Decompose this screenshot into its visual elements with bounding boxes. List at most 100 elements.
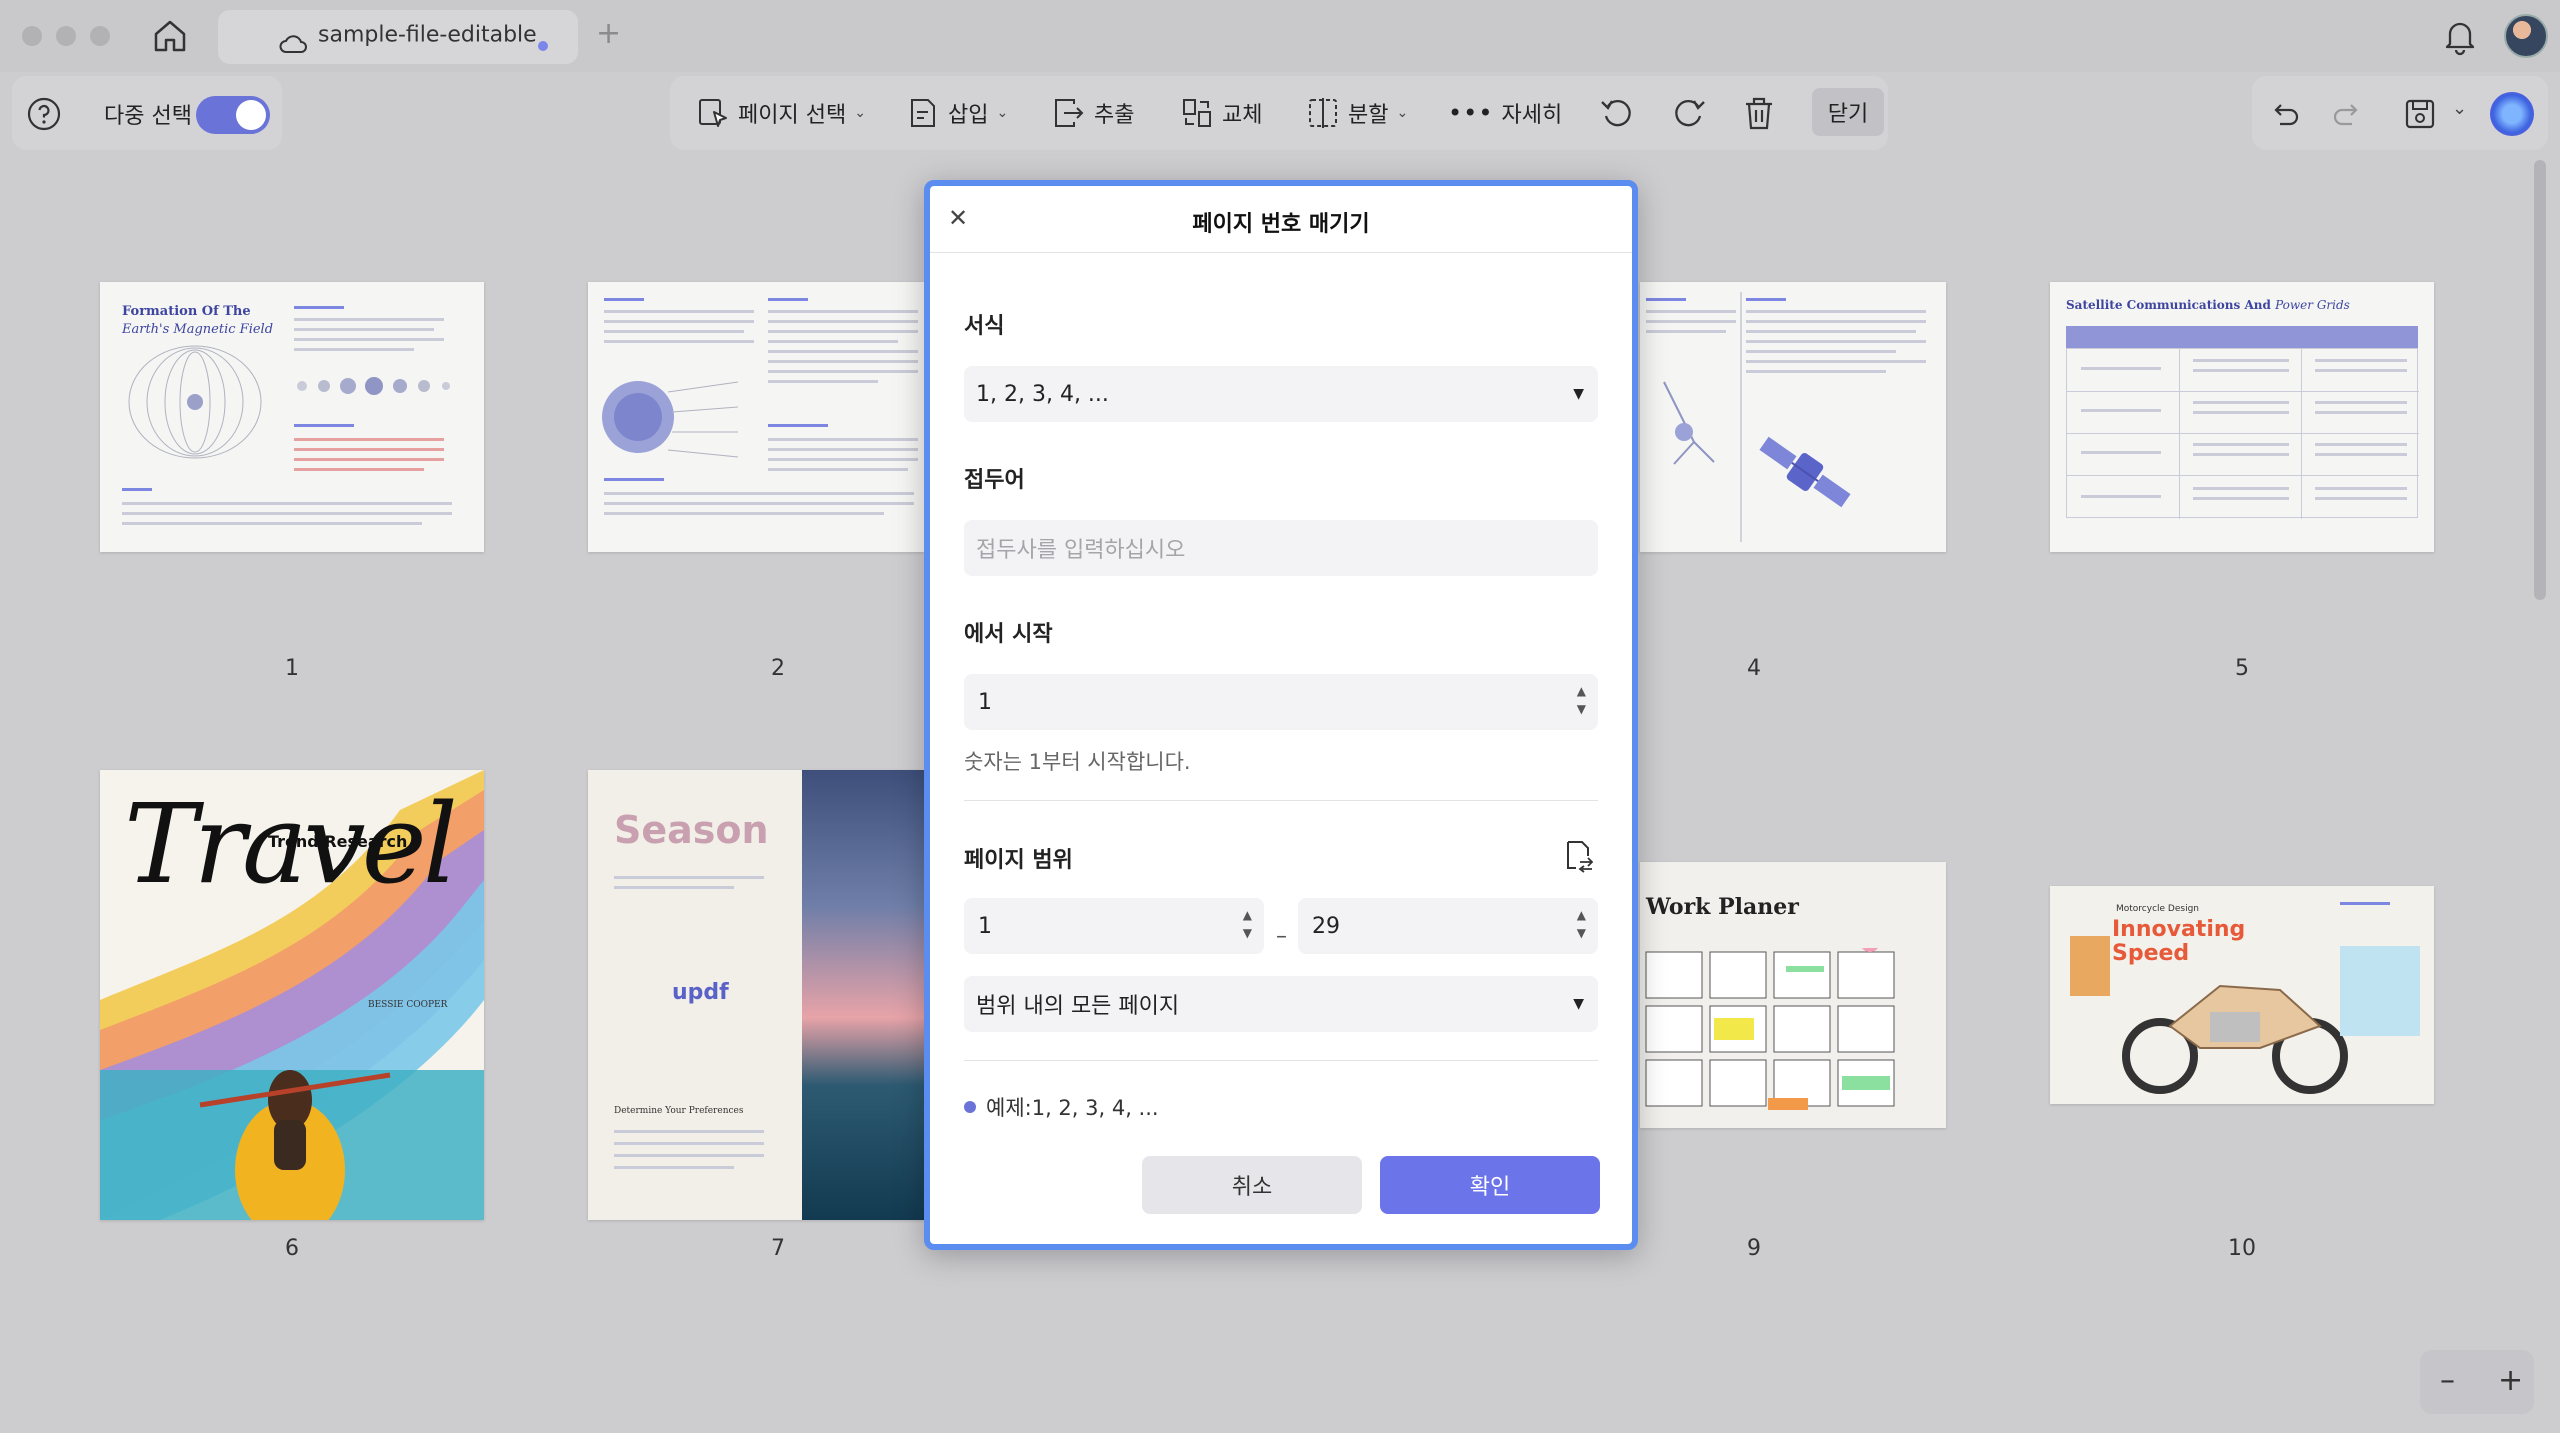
page-number-2: 2 bbox=[771, 656, 785, 681]
planets-figure bbox=[297, 377, 450, 395]
extract-icon bbox=[1055, 99, 1084, 127]
save-options-chevron-icon[interactable]: ⌄ bbox=[2452, 98, 2467, 119]
page-thumbnail-1[interactable]: Formation Of The Earth's Magnetic Field bbox=[100, 282, 484, 552]
info-card bbox=[2340, 946, 2420, 1036]
page-6-subtitle: Trend Research bbox=[268, 832, 408, 851]
start-at-stepper[interactable]: 1 ▲ ▼ bbox=[964, 674, 1598, 730]
new-tab-button[interactable]: + bbox=[596, 14, 621, 54]
confirm-button[interactable]: 확인 bbox=[1380, 1156, 1600, 1214]
unsaved-dot bbox=[538, 41, 548, 51]
stepper-arrows-icon[interactable]: ▲ ▼ bbox=[1577, 906, 1586, 942]
start-at-value: 1 bbox=[978, 689, 992, 715]
insert-label: 삽입 bbox=[948, 103, 989, 128]
page-numbering-dialog: ✕ 페이지 번호 매기기 서식 1, 2, 3, 4, ... ▼ 접두어 접두… bbox=[924, 180, 1638, 1250]
page-select-button[interactable]: 페이지 선택 ⌄ bbox=[696, 90, 866, 136]
satellite-illustration bbox=[1759, 436, 1851, 508]
page-5-title: Satellite Communications And Power Grids bbox=[2066, 298, 2350, 312]
page-number-9: 9 bbox=[1747, 1236, 1761, 1261]
tab-title: sample-file-editable bbox=[318, 22, 537, 48]
page-thumbnail-2[interactable] bbox=[588, 282, 924, 552]
example-preview: 예제:1, 2, 3, 4, ... bbox=[964, 1092, 1159, 1122]
page-number-4: 4 bbox=[1747, 656, 1761, 681]
format-label: 서식 bbox=[964, 314, 1005, 339]
notification-bell-icon[interactable] bbox=[2440, 16, 2480, 56]
trash-icon[interactable] bbox=[1740, 94, 1778, 132]
page-thumbnail-9[interactable]: Work Planer bbox=[1640, 862, 1946, 1128]
page-thumbnail-10[interactable]: Motorcycle Design Innovating Speed bbox=[2050, 886, 2434, 1104]
data-table bbox=[2066, 348, 2419, 519]
split-icon bbox=[1309, 98, 1337, 128]
user-avatar[interactable] bbox=[2504, 14, 2548, 58]
page-number-7: 7 bbox=[771, 1236, 785, 1261]
page-6-author: BESSIE COOPER bbox=[368, 1000, 448, 1010]
zoom-in-button[interactable]: + bbox=[2498, 1364, 2523, 1398]
sketch-note bbox=[2070, 936, 2110, 996]
range-to-stepper[interactable]: 29 ▲ ▼ bbox=[1298, 898, 1598, 954]
ocean-photo bbox=[802, 770, 924, 1220]
dialog-header-divider bbox=[930, 252, 1632, 253]
page-thumbnail-4[interactable] bbox=[1640, 282, 1946, 552]
caret-down-icon: ▼ bbox=[1573, 996, 1584, 1012]
redo-icon[interactable] bbox=[2330, 96, 2366, 132]
vertical-scrollbar[interactable] bbox=[2534, 160, 2546, 600]
prefix-placeholder: 접두사를 입력하십시오 bbox=[976, 538, 1186, 563]
sphere-diagram bbox=[602, 381, 739, 458]
more-label: 자세히 bbox=[1501, 103, 1563, 128]
split-label: 분할 bbox=[1348, 103, 1389, 128]
page-1-subtitle: Earth's Magnetic Field bbox=[122, 322, 274, 337]
home-icon[interactable] bbox=[150, 16, 190, 56]
help-icon[interactable] bbox=[26, 96, 62, 132]
stepper-arrows-icon[interactable]: ▲ ▼ bbox=[1243, 906, 1252, 942]
more-button[interactable]: ••• 자세히 bbox=[1448, 90, 1562, 136]
split-button[interactable]: 분할 ⌄ bbox=[1306, 90, 1408, 136]
page-7-logo-text: updf bbox=[672, 980, 729, 1005]
range-mode-select[interactable]: 범위 내의 모든 페이지 ▼ bbox=[964, 976, 1598, 1032]
window-minimize-control[interactable] bbox=[56, 26, 76, 46]
cloud-icon bbox=[279, 35, 307, 53]
page-range-label: 페이지 범위 bbox=[964, 848, 1073, 873]
prefix-input[interactable]: 접두사를 입력하십시오 bbox=[964, 520, 1598, 576]
cancel-button[interactable]: 취소 bbox=[1142, 1156, 1362, 1214]
extract-button[interactable]: 추출 bbox=[1052, 90, 1134, 136]
page-number-1: 1 bbox=[285, 656, 299, 681]
dialog-title: 페이지 번호 매기기 bbox=[1192, 212, 1370, 237]
page-number-5: 5 bbox=[2235, 656, 2249, 681]
rotate-left-icon[interactable] bbox=[1598, 94, 1636, 132]
range-from-stepper[interactable]: 1 ▲ ▼ bbox=[964, 898, 1264, 954]
replace-button[interactable]: 교체 bbox=[1180, 90, 1262, 136]
ai-assistant-icon[interactable] bbox=[2490, 92, 2534, 136]
page-thumbnail-7[interactable]: Season updf Determine Your Preferences bbox=[588, 770, 924, 1220]
page-thumbnail-5[interactable]: Satellite Communications And Power Grids bbox=[2050, 282, 2434, 552]
window-close-control[interactable] bbox=[22, 26, 42, 46]
stepper-arrows-icon[interactable]: ▲ ▼ bbox=[1577, 682, 1586, 718]
chevron-down-icon: ⌄ bbox=[996, 105, 1009, 121]
format-value: 1, 2, 3, 4, ... bbox=[976, 381, 1109, 407]
page-select-icon bbox=[699, 99, 727, 127]
chevron-down-icon: ⌄ bbox=[854, 105, 866, 121]
example-text: 예제:1, 2, 3, 4, ... bbox=[986, 1096, 1159, 1120]
document-tab[interactable]: sample-file-editable bbox=[218, 10, 578, 64]
page-9-title: Work Planer bbox=[1646, 894, 1799, 920]
multi-select-toggle[interactable] bbox=[196, 96, 270, 134]
page-10-subtitle: Motorcycle Design bbox=[2116, 904, 2200, 914]
replace-icon bbox=[1183, 99, 1211, 127]
start-at-label: 에서 시작 bbox=[964, 622, 1053, 647]
undo-icon[interactable] bbox=[2266, 96, 2302, 132]
page-select-label: 페이지 선택 bbox=[738, 103, 847, 128]
format-select[interactable]: 1, 2, 3, 4, ... ▼ bbox=[964, 366, 1598, 422]
insert-button[interactable]: 삽입 ⌄ bbox=[906, 90, 1008, 136]
start-at-hint: 숫자는 1부터 시작합니다. bbox=[964, 750, 1191, 774]
save-icon[interactable] bbox=[2402, 96, 2438, 132]
window-zoom-control[interactable] bbox=[90, 26, 110, 46]
range-mode-value: 범위 내의 모든 페이지 bbox=[976, 994, 1180, 1019]
page-range-swap-icon[interactable] bbox=[1560, 838, 1596, 874]
close-page-tools-button[interactable]: 닫기 bbox=[1812, 88, 1884, 136]
zoom-out-button[interactable]: – bbox=[2440, 1364, 2455, 1398]
replace-label: 교체 bbox=[1222, 103, 1263, 128]
extract-label: 추출 bbox=[1094, 103, 1135, 128]
rotate-right-icon[interactable] bbox=[1670, 94, 1708, 132]
planner-grid bbox=[1645, 948, 1895, 1110]
page-thumbnail-6[interactable]: Travel Trend Research BESSIE COOPER bbox=[100, 770, 484, 1220]
chevron-down-icon: ⌄ bbox=[1396, 105, 1409, 121]
more-dots-icon: ••• bbox=[1448, 99, 1494, 127]
